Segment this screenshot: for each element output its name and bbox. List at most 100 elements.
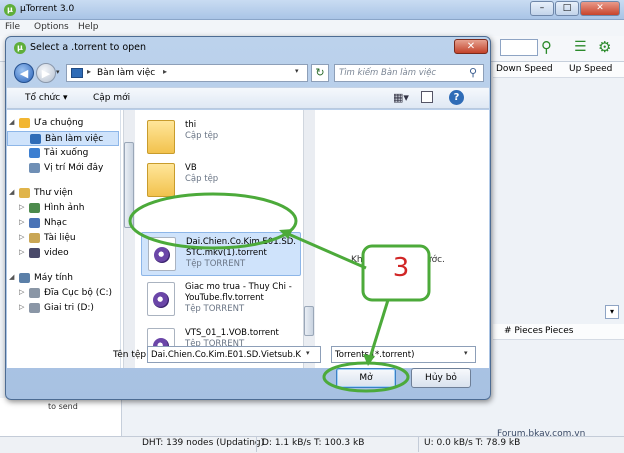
column-pieces-count[interactable]: # Pieces (504, 326, 543, 336)
nav-item[interactable]: ▷ Giai tri (D:) (7, 301, 119, 316)
file-name-value[interactable]: Dai.Chien.Co.Kim.E01.SD.Vietsub.KSTC (151, 350, 301, 360)
app-search-input[interactable] (500, 39, 538, 56)
nav-item[interactable]: Tải xuống (7, 146, 119, 161)
nav-item[interactable]: Bàn làm việc (7, 131, 119, 146)
organize-button[interactable]: Tổ chức ▾ (25, 93, 68, 103)
search-icon[interactable]: ⚲ (541, 38, 552, 56)
preview-pane-icon[interactable] (421, 91, 433, 103)
close-button[interactable]: ✕ (580, 1, 620, 16)
file-name: Dai.Chien.Co.Kim.E01.SD. STC.mkv(1).torr… (186, 237, 296, 258)
nav-item[interactable]: ◢ Máy tính (7, 271, 119, 286)
organize-label: Tổ chức (25, 93, 61, 103)
drive-icon (29, 288, 40, 298)
video-icon (29, 248, 40, 258)
file-item[interactable]: Dai.Chien.Co.Kim.E01.SD. STC.mkv(1).torr… (141, 232, 301, 276)
file-type-select[interactable]: Torrents (*.torrent) ▾ (331, 346, 476, 363)
expand-toggle-icon[interactable]: ◢ (9, 188, 14, 196)
file-item[interactable]: Giac mo trua - Thuy Chi - YouTube.flv.to… (141, 278, 301, 322)
chevron-down-icon[interactable]: ▾ (306, 349, 310, 357)
expand-toggle-icon[interactable]: ◢ (9, 118, 14, 126)
view-options-icon[interactable]: ▦▾ (393, 91, 409, 104)
folder-icon (147, 120, 175, 154)
maximize-button[interactable]: □ (555, 1, 579, 16)
cancel-button[interactable]: Hủy bỏ (411, 368, 471, 388)
file-item[interactable]: thi Cập tệp (141, 116, 301, 160)
file-name-field[interactable]: Dai.Chien.Co.Kim.E01.SD.Vietsub.KSTC ▾ (147, 346, 321, 363)
status-download: D: 1.1 kB/s T: 100.3 kB (262, 438, 365, 448)
column-pieces[interactable]: Pieces (545, 326, 573, 336)
forum-watermark: Forum.bkav.com.vn (497, 429, 586, 439)
expand-toggle-icon[interactable]: ▷ (19, 218, 24, 226)
file-name-label: Tên tệp: (113, 350, 150, 360)
nav-item[interactable]: ▷ video (7, 246, 119, 261)
search-icon[interactable]: ⚲ (469, 66, 477, 79)
nav-item[interactable]: ◢ Thư viện (7, 186, 119, 201)
help-icon[interactable]: ? (449, 90, 464, 105)
nav-item[interactable]: ▷ Đĩa Cục bộ (C:) (7, 286, 119, 301)
address-dropdown-icon[interactable]: ▾ (295, 67, 299, 75)
nav-item-label: Bàn làm việc (45, 134, 104, 144)
chevron-down-icon[interactable]: ▾ (605, 305, 619, 319)
file-type: Tệp TORRENT (186, 259, 246, 269)
menu-help[interactable]: Help (78, 22, 99, 32)
file-name: VB (185, 163, 197, 173)
left-panel-text: to send (48, 402, 78, 411)
expand-toggle-icon[interactable]: ▷ (19, 248, 24, 256)
expand-toggle-icon[interactable]: ▷ (19, 303, 24, 311)
breadcrumb-separator[interactable]: ▸ (87, 67, 91, 76)
scrollbar-thumb[interactable] (304, 306, 314, 336)
torrent-list-header: Down Speed Up Speed (493, 62, 624, 78)
address-bar[interactable]: ▸ Bàn làm việc ▸ (66, 64, 308, 82)
expand-toggle-icon[interactable]: ▷ (19, 203, 24, 211)
search-input[interactable]: Tìm kiếm Bàn làm việc ⚲ (334, 64, 484, 82)
status-separator (418, 437, 419, 452)
refresh-icon[interactable]: ↻ (311, 64, 329, 82)
folder-icon (147, 163, 175, 197)
status-dht: DHT: 139 nodes (Updating) (142, 438, 265, 448)
drive-icon (29, 303, 40, 313)
menu-file[interactable]: File (5, 22, 20, 32)
nav-item-label: Thư viện (34, 188, 73, 198)
star-icon (19, 118, 30, 128)
expand-toggle-icon[interactable]: ◢ (9, 273, 14, 281)
nav-item[interactable]: ▷ Hình ảnh (7, 201, 119, 216)
history-dropdown-icon[interactable]: ▾ (56, 68, 60, 76)
downloads-icon (29, 148, 40, 158)
file-type-value[interactable]: Torrents (*.torrent) (335, 350, 414, 360)
open-button[interactable]: Mở (336, 368, 396, 388)
forward-arrow-icon[interactable]: ▶ (36, 63, 56, 83)
file-name: Giac mo trua - Thuy Chi - YouTube.flv.to… (185, 282, 292, 303)
status-separator (256, 437, 257, 452)
column-down-speed[interactable]: Down Speed (496, 64, 553, 74)
expand-toggle-icon[interactable]: ▷ (19, 233, 24, 241)
nav-item-label: Nhạc (44, 218, 67, 228)
column-up-speed[interactable]: Up Speed (569, 64, 612, 74)
dialog-content: ◢ Ưa chuộng Bàn làm việc Tải xuống Vị trí Mớ… (7, 110, 489, 368)
file-list: thi Cập tệp VB Cập tệp Dai.Chien.Co.Kim.E01.… (135, 110, 303, 368)
file-list-scrollbar[interactable] (303, 110, 315, 368)
nav-item[interactable]: Vị trí Mới đây (7, 161, 119, 176)
minimize-button[interactable]: – (530, 1, 554, 16)
window-controls: – □ ✕ (530, 1, 620, 16)
expand-toggle-icon[interactable]: ▷ (19, 288, 24, 296)
breadcrumb-location[interactable]: Bàn làm việc (97, 68, 155, 78)
torrent-file-icon (147, 282, 175, 316)
new-folder-button[interactable]: Cập mới (93, 93, 130, 103)
menu-options[interactable]: Options (34, 22, 69, 32)
nav-item-label: Ưa chuộng (34, 118, 84, 128)
chevron-down-icon[interactable]: ▾ (464, 349, 468, 357)
utorrent-logo-icon: µ (4, 4, 16, 16)
list-icon[interactable]: ☰ (574, 39, 587, 55)
back-arrow-icon[interactable]: ◀ (14, 63, 34, 83)
nav-item[interactable]: ◢ Ưa chuộng (7, 116, 119, 131)
nav-item[interactable]: ▷ Nhạc (7, 216, 119, 231)
gear-icon[interactable]: ⚙ (598, 38, 611, 56)
file-item[interactable]: VB Cập tệp (141, 159, 301, 203)
scrollbar-thumb[interactable] (124, 142, 134, 228)
breadcrumb-separator[interactable]: ▸ (163, 67, 167, 76)
nav-item[interactable]: ▷ Tài liệu (7, 231, 119, 246)
file-name: VTS_01_1.VOB.torrent (185, 328, 279, 338)
dialog-close-button[interactable]: ✕ (454, 39, 488, 54)
navigation-scrollbar[interactable] (123, 110, 135, 368)
utorrent-logo-icon: µ (14, 42, 26, 54)
